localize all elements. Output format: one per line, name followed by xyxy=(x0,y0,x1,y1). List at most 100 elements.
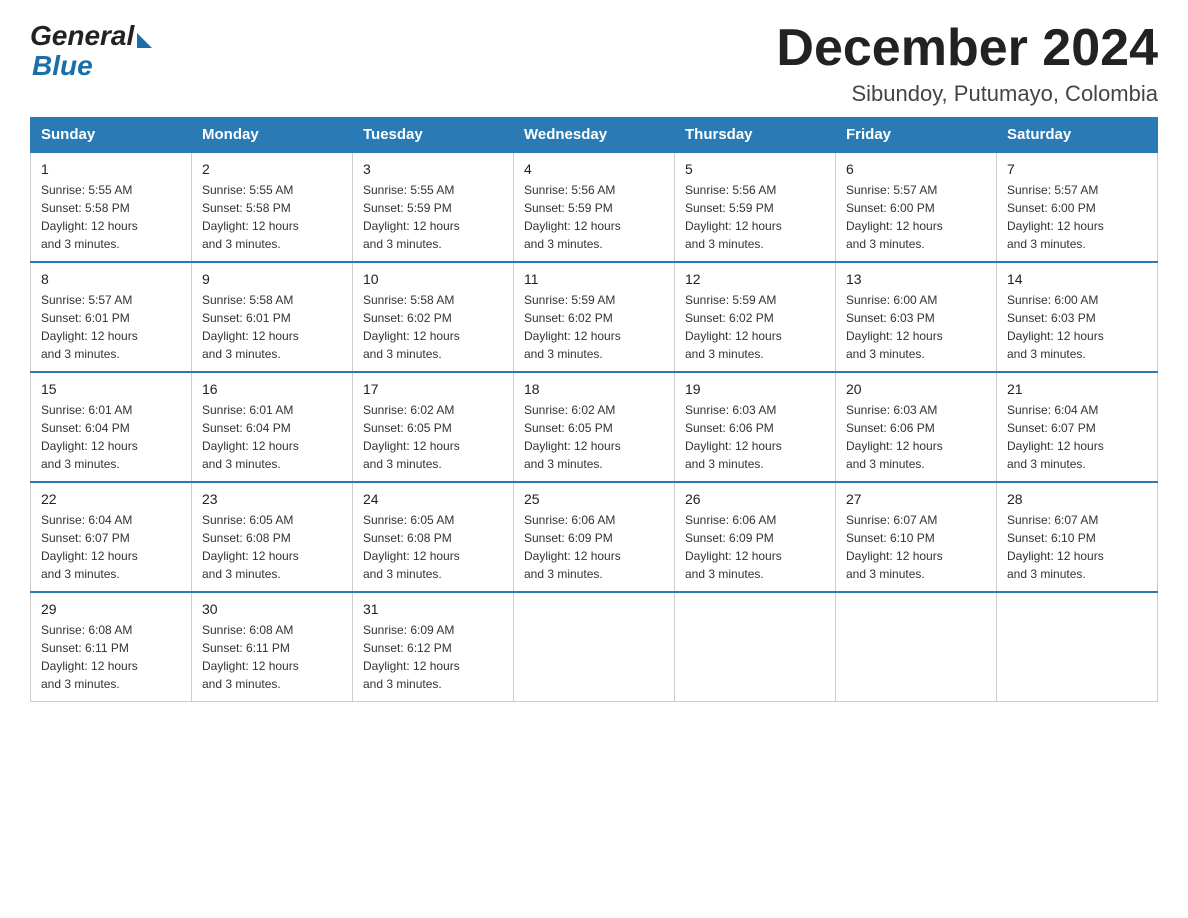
calendar-cell: 13 Sunrise: 6:00 AM Sunset: 6:03 PM Dayli… xyxy=(836,262,997,372)
weekday-header-tuesday: Tuesday xyxy=(353,118,514,153)
calendar-cell: 5 Sunrise: 5:56 AM Sunset: 5:59 PM Daylig… xyxy=(675,152,836,262)
day-info: Sunrise: 5:56 AM Sunset: 5:59 PM Dayligh… xyxy=(685,181,825,253)
weekday-header-thursday: Thursday xyxy=(675,118,836,153)
calendar-week-1: 1 Sunrise: 5:55 AM Sunset: 5:58 PM Daylig… xyxy=(31,152,1158,262)
page-title: December 2024 xyxy=(776,20,1158,77)
logo-triangle-icon xyxy=(137,33,152,48)
day-number: 10 xyxy=(363,271,503,287)
calendar-cell: 21Sunrise: 6:04 AM Sunset: 6:07 PM Dayli… xyxy=(997,372,1158,482)
day-number: 26 xyxy=(685,491,825,507)
weekday-header-monday: Monday xyxy=(192,118,353,153)
calendar-cell: 6 Sunrise: 5:57 AM Sunset: 6:00 PM Daylig… xyxy=(836,152,997,262)
calendar-cell: 28 Sunrise: 6:07 AM Sunset: 6:10 PM Dayli… xyxy=(997,482,1158,592)
calendar-cell: 9 Sunrise: 5:58 AM Sunset: 6:01 PM Daylig… xyxy=(192,262,353,372)
day-info: Sunrise: 6:08 AM Sunset: 6:11 PM Dayligh… xyxy=(202,621,342,693)
day-info: Sunrise: 6:09 AM Sunset: 6:12 PM Dayligh… xyxy=(363,621,503,693)
calendar-cell: 14Sunrise: 6:00 AM Sunset: 6:03 PM Dayli… xyxy=(997,262,1158,372)
day-number: 5 xyxy=(685,161,825,177)
day-info: Sunrise: 6:04 AM Sunset: 6:07 PM Dayligh… xyxy=(41,511,181,583)
day-info: Sunrise: 5:57 AM Sunset: 6:01 PM Dayligh… xyxy=(41,291,181,363)
day-info: Sunrise: 6:07 AM Sunset: 6:10 PM Dayligh… xyxy=(1007,511,1147,583)
day-number: 28 xyxy=(1007,491,1147,507)
day-info: Sunrise: 5:55 AM Sunset: 5:59 PM Dayligh… xyxy=(363,181,503,253)
day-info: Sunrise: 5:58 AM Sunset: 6:02 PM Dayligh… xyxy=(363,291,503,363)
day-info: Sunrise: 5:59 AM Sunset: 6:02 PM Dayligh… xyxy=(685,291,825,363)
calendar-cell: 26Sunrise: 6:06 AM Sunset: 6:09 PM Dayli… xyxy=(675,482,836,592)
calendar-body: 1 Sunrise: 5:55 AM Sunset: 5:58 PM Daylig… xyxy=(31,152,1158,702)
logo-general-text: General xyxy=(30,20,134,52)
calendar-cell: 25Sunrise: 6:06 AM Sunset: 6:09 PM Dayli… xyxy=(514,482,675,592)
calendar-cell: 11Sunrise: 5:59 AM Sunset: 6:02 PM Dayli… xyxy=(514,262,675,372)
day-number: 4 xyxy=(524,161,664,177)
calendar-cell: 15 Sunrise: 6:01 AM Sunset: 6:04 PM Dayli… xyxy=(31,372,192,482)
day-info: Sunrise: 6:04 AM Sunset: 6:07 PM Dayligh… xyxy=(1007,401,1147,473)
calendar-cell: 24 Sunrise: 6:05 AM Sunset: 6:08 PM Dayli… xyxy=(353,482,514,592)
logo-blue-text: Blue xyxy=(32,50,93,82)
day-info: Sunrise: 6:05 AM Sunset: 6:08 PM Dayligh… xyxy=(202,511,342,583)
calendar-cell: 12 Sunrise: 5:59 AM Sunset: 6:02 PM Dayli… xyxy=(675,262,836,372)
weekday-header-friday: Friday xyxy=(836,118,997,153)
calendar-cell: 3 Sunrise: 5:55 AM Sunset: 5:59 PM Daylig… xyxy=(353,152,514,262)
day-info: Sunrise: 5:55 AM Sunset: 5:58 PM Dayligh… xyxy=(41,181,181,253)
day-number: 16 xyxy=(202,381,342,397)
day-number: 9 xyxy=(202,271,342,287)
calendar-cell: 8 Sunrise: 5:57 AM Sunset: 6:01 PM Daylig… xyxy=(31,262,192,372)
day-info: Sunrise: 6:01 AM Sunset: 6:04 PM Dayligh… xyxy=(41,401,181,473)
day-number: 1 xyxy=(41,161,181,177)
logo: General Blue xyxy=(30,20,152,82)
day-info: Sunrise: 6:01 AM Sunset: 6:04 PM Dayligh… xyxy=(202,401,342,473)
calendar-cell: 22 Sunrise: 6:04 AM Sunset: 6:07 PM Dayli… xyxy=(31,482,192,592)
calendar-cell: 16 Sunrise: 6:01 AM Sunset: 6:04 PM Dayli… xyxy=(192,372,353,482)
day-number: 7 xyxy=(1007,161,1147,177)
day-number: 3 xyxy=(363,161,503,177)
calendar-cell: 7 Sunrise: 5:57 AM Sunset: 6:00 PM Daylig… xyxy=(997,152,1158,262)
day-number: 30 xyxy=(202,601,342,617)
day-number: 27 xyxy=(846,491,986,507)
page-header: General Blue December 2024 Sibundoy, Put… xyxy=(30,20,1158,107)
weekday-row: SundayMondayTuesdayWednesdayThursdayFrid… xyxy=(31,118,1158,153)
calendar-cell xyxy=(675,592,836,702)
weekday-header-wednesday: Wednesday xyxy=(514,118,675,153)
day-number: 22 xyxy=(41,491,181,507)
day-info: Sunrise: 5:59 AM Sunset: 6:02 PM Dayligh… xyxy=(524,291,664,363)
calendar-cell: 19 Sunrise: 6:03 AM Sunset: 6:06 PM Dayli… xyxy=(675,372,836,482)
calendar-cell: 29Sunrise: 6:08 AM Sunset: 6:11 PM Dayli… xyxy=(31,592,192,702)
calendar-cell: 4Sunrise: 5:56 AM Sunset: 5:59 PM Daylig… xyxy=(514,152,675,262)
day-number: 13 xyxy=(846,271,986,287)
day-number: 8 xyxy=(41,271,181,287)
calendar-cell: 17Sunrise: 6:02 AM Sunset: 6:05 PM Dayli… xyxy=(353,372,514,482)
day-number: 25 xyxy=(524,491,664,507)
day-number: 29 xyxy=(41,601,181,617)
day-number: 12 xyxy=(685,271,825,287)
title-block: December 2024 Sibundoy, Putumayo, Colomb… xyxy=(776,20,1158,107)
calendar-cell: 2Sunrise: 5:55 AM Sunset: 5:58 PM Daylig… xyxy=(192,152,353,262)
calendar-cell: 30 Sunrise: 6:08 AM Sunset: 6:11 PM Dayli… xyxy=(192,592,353,702)
day-number: 18 xyxy=(524,381,664,397)
day-number: 23 xyxy=(202,491,342,507)
day-info: Sunrise: 5:57 AM Sunset: 6:00 PM Dayligh… xyxy=(846,181,986,253)
calendar-cell xyxy=(514,592,675,702)
day-number: 14 xyxy=(1007,271,1147,287)
day-number: 6 xyxy=(846,161,986,177)
day-number: 24 xyxy=(363,491,503,507)
calendar-week-4: 22 Sunrise: 6:04 AM Sunset: 6:07 PM Dayli… xyxy=(31,482,1158,592)
calendar-week-2: 8 Sunrise: 5:57 AM Sunset: 6:01 PM Daylig… xyxy=(31,262,1158,372)
page-subtitle: Sibundoy, Putumayo, Colombia xyxy=(776,81,1158,107)
day-info: Sunrise: 6:03 AM Sunset: 6:06 PM Dayligh… xyxy=(685,401,825,473)
calendar-cell xyxy=(836,592,997,702)
day-number: 15 xyxy=(41,381,181,397)
day-info: Sunrise: 6:00 AM Sunset: 6:03 PM Dayligh… xyxy=(846,291,986,363)
day-info: Sunrise: 5:57 AM Sunset: 6:00 PM Dayligh… xyxy=(1007,181,1147,253)
calendar-week-5: 29 Sunrise: 6:08 AM Sunset: 6:11 PM Dayli… xyxy=(31,592,1158,702)
day-number: 20 xyxy=(846,381,986,397)
day-info: Sunrise: 5:55 AM Sunset: 5:58 PM Dayligh… xyxy=(202,181,342,253)
weekday-header-sunday: Sunday xyxy=(31,118,192,153)
day-info: Sunrise: 5:58 AM Sunset: 6:01 PM Dayligh… xyxy=(202,291,342,363)
calendar-cell: 20Sunrise: 6:03 AM Sunset: 6:06 PM Dayli… xyxy=(836,372,997,482)
calendar-cell: 1 Sunrise: 5:55 AM Sunset: 5:58 PM Daylig… xyxy=(31,152,192,262)
calendar-week-3: 15 Sunrise: 6:01 AM Sunset: 6:04 PM Dayli… xyxy=(31,372,1158,482)
day-info: Sunrise: 6:05 AM Sunset: 6:08 PM Dayligh… xyxy=(363,511,503,583)
weekday-header-saturday: Saturday xyxy=(997,118,1158,153)
day-number: 19 xyxy=(685,381,825,397)
day-info: Sunrise: 6:07 AM Sunset: 6:10 PM Dayligh… xyxy=(846,511,986,583)
